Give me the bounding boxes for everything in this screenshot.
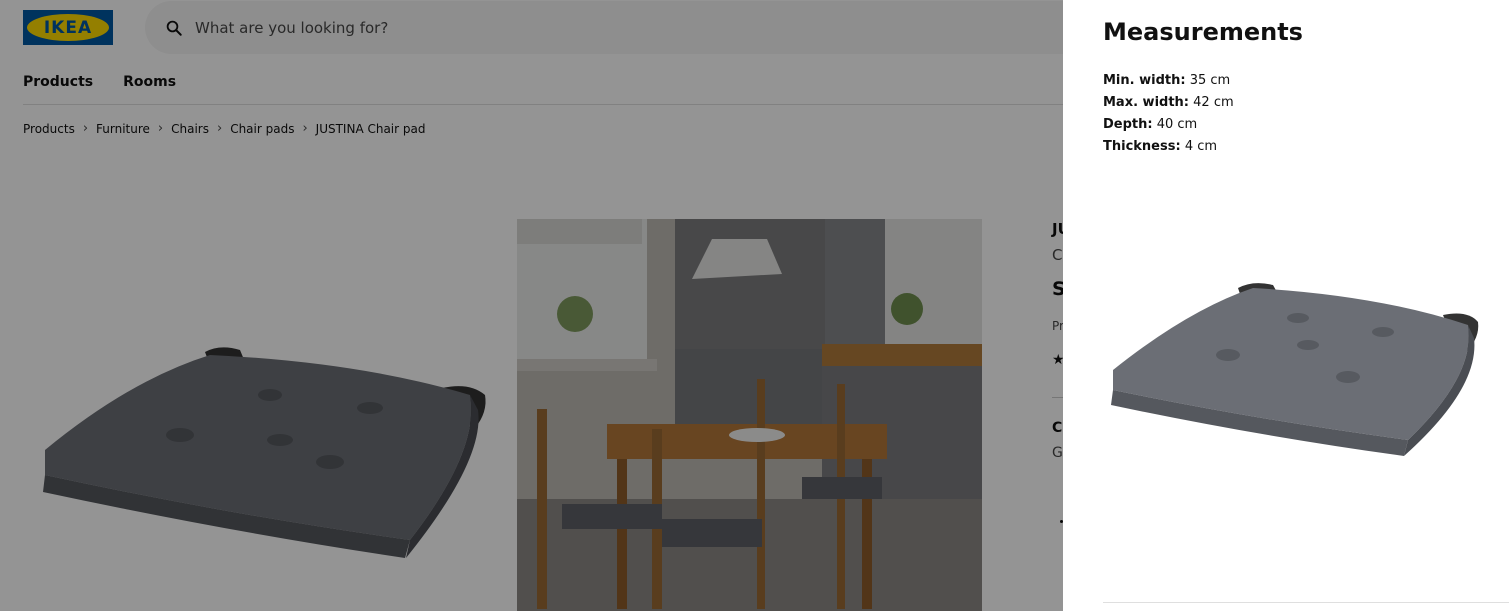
measurement-row: Depth: 40 cm [1103, 114, 1234, 136]
measurements-panel: Measurements Min. width: 35 cm Max. widt… [1063, 0, 1509, 611]
measurement-value: 35 cm [1189, 73, 1231, 88]
page: IKEA Products Rooms Products › Furniture… [0, 0, 1509, 611]
measurements-list: Min. width: 35 cm Max. width: 42 cm Dept… [1103, 70, 1234, 158]
measurement-row: Min. width: 35 cm [1103, 70, 1234, 92]
modal-backdrop[interactable] [0, 0, 1063, 611]
measurement-value: 42 cm [1193, 95, 1234, 110]
measurement-value: 4 cm [1184, 139, 1218, 154]
measurement-value: 40 cm [1156, 117, 1198, 132]
measurement-row: Max. width: 42 cm [1103, 92, 1234, 114]
measurement-row: Thickness: 4 cm [1103, 136, 1234, 158]
measurement-product-image [1111, 283, 1479, 456]
panel-title: Measurements [1103, 18, 1303, 46]
measurement-label: Min. width: [1103, 73, 1186, 88]
measurement-label: Depth: [1103, 117, 1153, 132]
measurement-label: Thickness: [1103, 139, 1181, 154]
panel-divider [1103, 602, 1509, 603]
measurement-label: Max. width: [1103, 95, 1189, 110]
